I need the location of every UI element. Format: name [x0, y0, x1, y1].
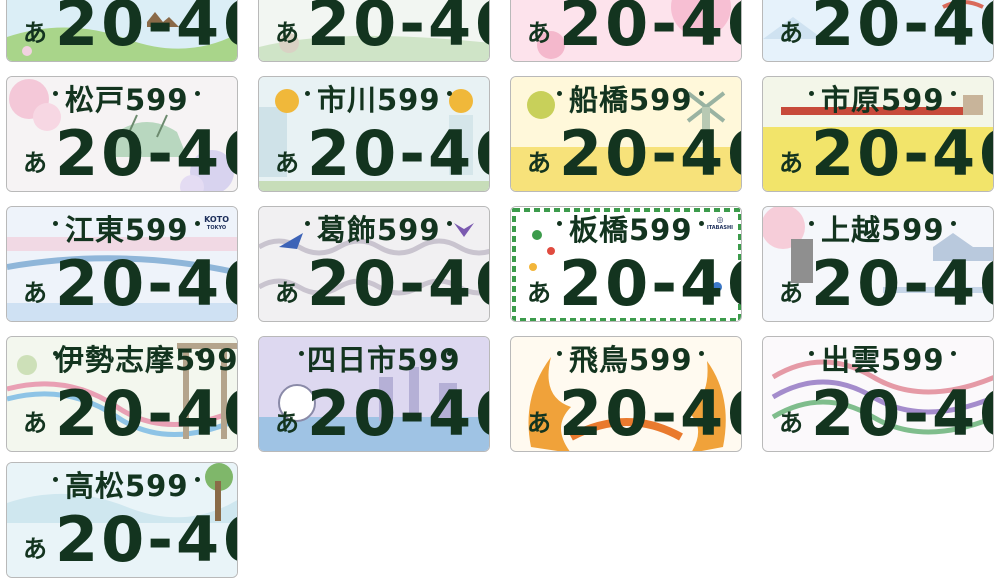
plate-kana: あ — [275, 279, 299, 307]
plate-kana: あ — [527, 149, 551, 177]
plate-region: 出雲599 — [821, 343, 945, 377]
plate-bolt-left — [809, 91, 814, 96]
plate-bolt-right — [699, 351, 704, 356]
plate-bolt-right — [447, 91, 452, 96]
plate-bolt-left — [53, 221, 58, 226]
plate-number: 20-46 — [307, 117, 489, 190]
license-plate-koto: 江東599 KOTOTOKYO あ 20-46 — [6, 206, 238, 322]
plate-kana: あ — [527, 19, 551, 47]
plate-region: 伊勢志摩599 — [55, 343, 238, 377]
plate-number: 20-46 — [55, 247, 237, 320]
plate-number: 20-46 — [55, 377, 237, 450]
plate-number: 20-46 — [559, 0, 741, 60]
license-plate-iseshima: 伊勢志摩599 あ 20-46 — [6, 336, 238, 452]
plate-number: 20-46 — [811, 377, 993, 450]
plate-kana: あ — [527, 279, 551, 307]
plate-bolt-left — [305, 221, 310, 226]
plate-region: 飛鳥599 — [569, 343, 693, 377]
plate-bolt-left — [809, 221, 814, 226]
license-plate-katsushika: 葛飾599 あ 20-46 — [258, 206, 490, 322]
plate-kana: あ — [23, 19, 47, 47]
plate-bolt-right — [447, 221, 452, 226]
plate-bolt-left — [557, 91, 562, 96]
plate-bolt-right — [951, 221, 956, 226]
plate-kana: あ — [23, 279, 47, 307]
plate-bolt-right — [951, 91, 956, 96]
license-plate-asuka: 飛鳥599 あ 20-46 — [510, 336, 742, 452]
plate-kana: あ — [275, 149, 299, 177]
plate-bolt-left — [809, 351, 814, 356]
plate-number: 20-46 — [811, 117, 993, 190]
plate-region: 市川599 — [317, 83, 441, 117]
plate-bolt-right — [195, 221, 200, 226]
plate-number: 20-46 — [559, 117, 741, 190]
plate-bolt-right — [699, 221, 704, 226]
plate-kana: あ — [23, 409, 47, 437]
plate-bolt-left — [53, 91, 58, 96]
license-plate-yokkaichi: 四日市599 あ 20-46 — [258, 336, 490, 452]
itabashi-logo: ◎ ITABASHI — [706, 215, 733, 231]
license-plate-joetsu: 上越599 あ 20-46 — [762, 206, 994, 322]
license-plate-matsudo: 松戸599 あ 20-46 — [6, 76, 238, 192]
plate-kana: あ — [779, 279, 803, 307]
plate-number: 20-46 — [307, 377, 489, 450]
plate-kana: あ — [779, 409, 803, 437]
plate-number: 20-46 — [307, 0, 489, 60]
plate-kana: あ — [275, 19, 299, 47]
plate-number: 20-46 — [811, 0, 993, 60]
plate-number: 20-46 — [559, 247, 741, 320]
license-plate-ichihara: 市原599 あ 20-46 — [762, 76, 994, 192]
plate-bolt-left — [299, 351, 304, 356]
plate-region: 高松599 — [65, 469, 189, 503]
license-plate-top-3: あ 20-46 — [510, 0, 742, 62]
license-plate-itabashi: 板橋599 ◎ITABASHI あ 20-46 — [510, 206, 742, 322]
plate-number: 20-46 — [811, 247, 993, 320]
license-plate-takamatsu: 高松599 あ 20-46 — [6, 462, 238, 578]
plate-kana: あ — [23, 535, 47, 563]
license-plate-top-2: あ 20-46 — [258, 0, 490, 62]
plate-region: 四日市599 — [307, 343, 461, 377]
plate-bolt-left — [557, 351, 562, 356]
plate-kana: あ — [23, 149, 47, 177]
plate-number: 20-46 — [55, 117, 237, 190]
plate-number: 20-46 — [559, 377, 741, 450]
plate-bolt-right — [951, 351, 956, 356]
koto-logo: KOTO TOKYO — [204, 215, 229, 231]
license-plate-ichikawa: 市川599 あ 20-46 — [258, 76, 490, 192]
plate-bolt-left — [305, 91, 310, 96]
plate-region: 上越599 — [821, 213, 945, 247]
plate-region: 江東599 — [65, 213, 189, 247]
plate-bolt-right — [195, 91, 200, 96]
license-plate-top-1: あ 20-46 — [6, 0, 238, 62]
plate-region: 市原599 — [821, 83, 945, 117]
plate-region: 松戸599 — [65, 83, 189, 117]
plate-bolt-left — [53, 477, 58, 482]
plate-bolt-left — [557, 221, 562, 226]
plate-number: 20-46 — [55, 0, 237, 60]
plate-kana: あ — [779, 149, 803, 177]
plate-kana: あ — [779, 19, 803, 47]
license-plate-izumo: 出雲599 あ 20-46 — [762, 336, 994, 452]
license-plate-funabashi: 船橋599 あ 20-46 — [510, 76, 742, 192]
plate-bolt-right — [699, 91, 704, 96]
plate-region: 葛飾599 — [317, 213, 441, 247]
plate-kana: あ — [527, 409, 551, 437]
plate-region: 板橋599 — [569, 213, 693, 247]
plate-bolt-right — [195, 477, 200, 482]
plate-number: 20-46 — [307, 247, 489, 320]
license-plate-top-4: あ 20-46 — [762, 0, 994, 62]
plate-number: 20-46 — [55, 503, 237, 576]
plate-region: 船橋599 — [569, 83, 693, 117]
plate-kana: あ — [275, 409, 299, 437]
